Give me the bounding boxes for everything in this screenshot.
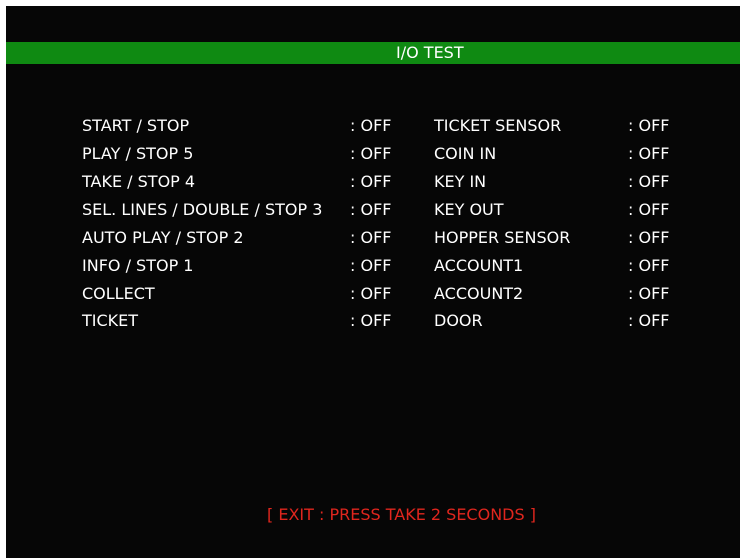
input-label-take-stop-4: TAKE / STOP 4 (82, 172, 196, 191)
input-status-info-stop-1: : OFF (350, 256, 392, 275)
input-status-ticket: : OFF (350, 311, 392, 330)
input-label-key-in: KEY IN (434, 172, 487, 191)
title-bar (6, 42, 740, 64)
input-label-ticket: TICKET (82, 311, 139, 330)
input-status-key-out: : OFF (628, 200, 670, 219)
input-status-sel-lines-double-stop-3: : OFF (350, 200, 392, 219)
io-row: SEL. LINES / DOUBLE / STOP 3 : OFF KEY O… (6, 198, 740, 222)
input-status-auto-play-stop-2: : OFF (350, 228, 392, 247)
input-status-coin-in: : OFF (628, 144, 670, 163)
input-label-coin-in: COIN IN (434, 144, 497, 163)
input-label-ticket-sensor: TICKET SENSOR (434, 116, 562, 135)
input-status-key-in: : OFF (628, 172, 670, 191)
page-title: I/O TEST (396, 43, 464, 62)
input-status-play-stop-5: : OFF (350, 144, 392, 163)
input-label-account1: ACCOUNT1 (434, 256, 524, 275)
io-row: PLAY / STOP 5 : OFF COIN IN : OFF (6, 142, 740, 166)
input-status-take-stop-4: : OFF (350, 172, 392, 191)
input-label-account2: ACCOUNT2 (434, 284, 524, 303)
io-test-screen: I/O TEST START / STOP : OFF TICKET SENSO… (6, 6, 740, 558)
input-label-key-out: KEY OUT (434, 200, 504, 219)
io-row: COLLECT : OFF ACCOUNT2 : OFF (6, 282, 740, 306)
io-row: START / STOP : OFF TICKET SENSOR : OFF (6, 114, 740, 138)
input-status-ticket-sensor: : OFF (628, 116, 670, 135)
input-label-door: DOOR (434, 311, 483, 330)
io-row: TICKET : OFF DOOR : OFF (6, 309, 740, 333)
input-label-auto-play-stop-2: AUTO PLAY / STOP 2 (82, 228, 244, 247)
input-label-start-stop: START / STOP (82, 116, 190, 135)
input-status-start-stop: : OFF (350, 116, 392, 135)
input-label-play-stop-5: PLAY / STOP 5 (82, 144, 194, 163)
input-label-sel-lines-double-stop-3: SEL. LINES / DOUBLE / STOP 3 (82, 200, 323, 219)
input-status-account2: : OFF (628, 284, 670, 303)
input-label-collect: COLLECT (82, 284, 155, 303)
io-row: TAKE / STOP 4 : OFF KEY IN : OFF (6, 170, 740, 194)
exit-instruction: [ EXIT : PRESS TAKE 2 SECONDS ] (267, 505, 536, 524)
input-status-account1: : OFF (628, 256, 670, 275)
input-label-hopper-sensor: HOPPER SENSOR (434, 228, 571, 247)
input-status-collect: : OFF (350, 284, 392, 303)
input-label-info-stop-1: INFO / STOP 1 (82, 256, 194, 275)
input-status-door: : OFF (628, 311, 670, 330)
io-row: INFO / STOP 1 : OFF ACCOUNT1 : OFF (6, 254, 740, 278)
io-row: AUTO PLAY / STOP 2 : OFF HOPPER SENSOR :… (6, 226, 740, 250)
input-status-hopper-sensor: : OFF (628, 228, 670, 247)
